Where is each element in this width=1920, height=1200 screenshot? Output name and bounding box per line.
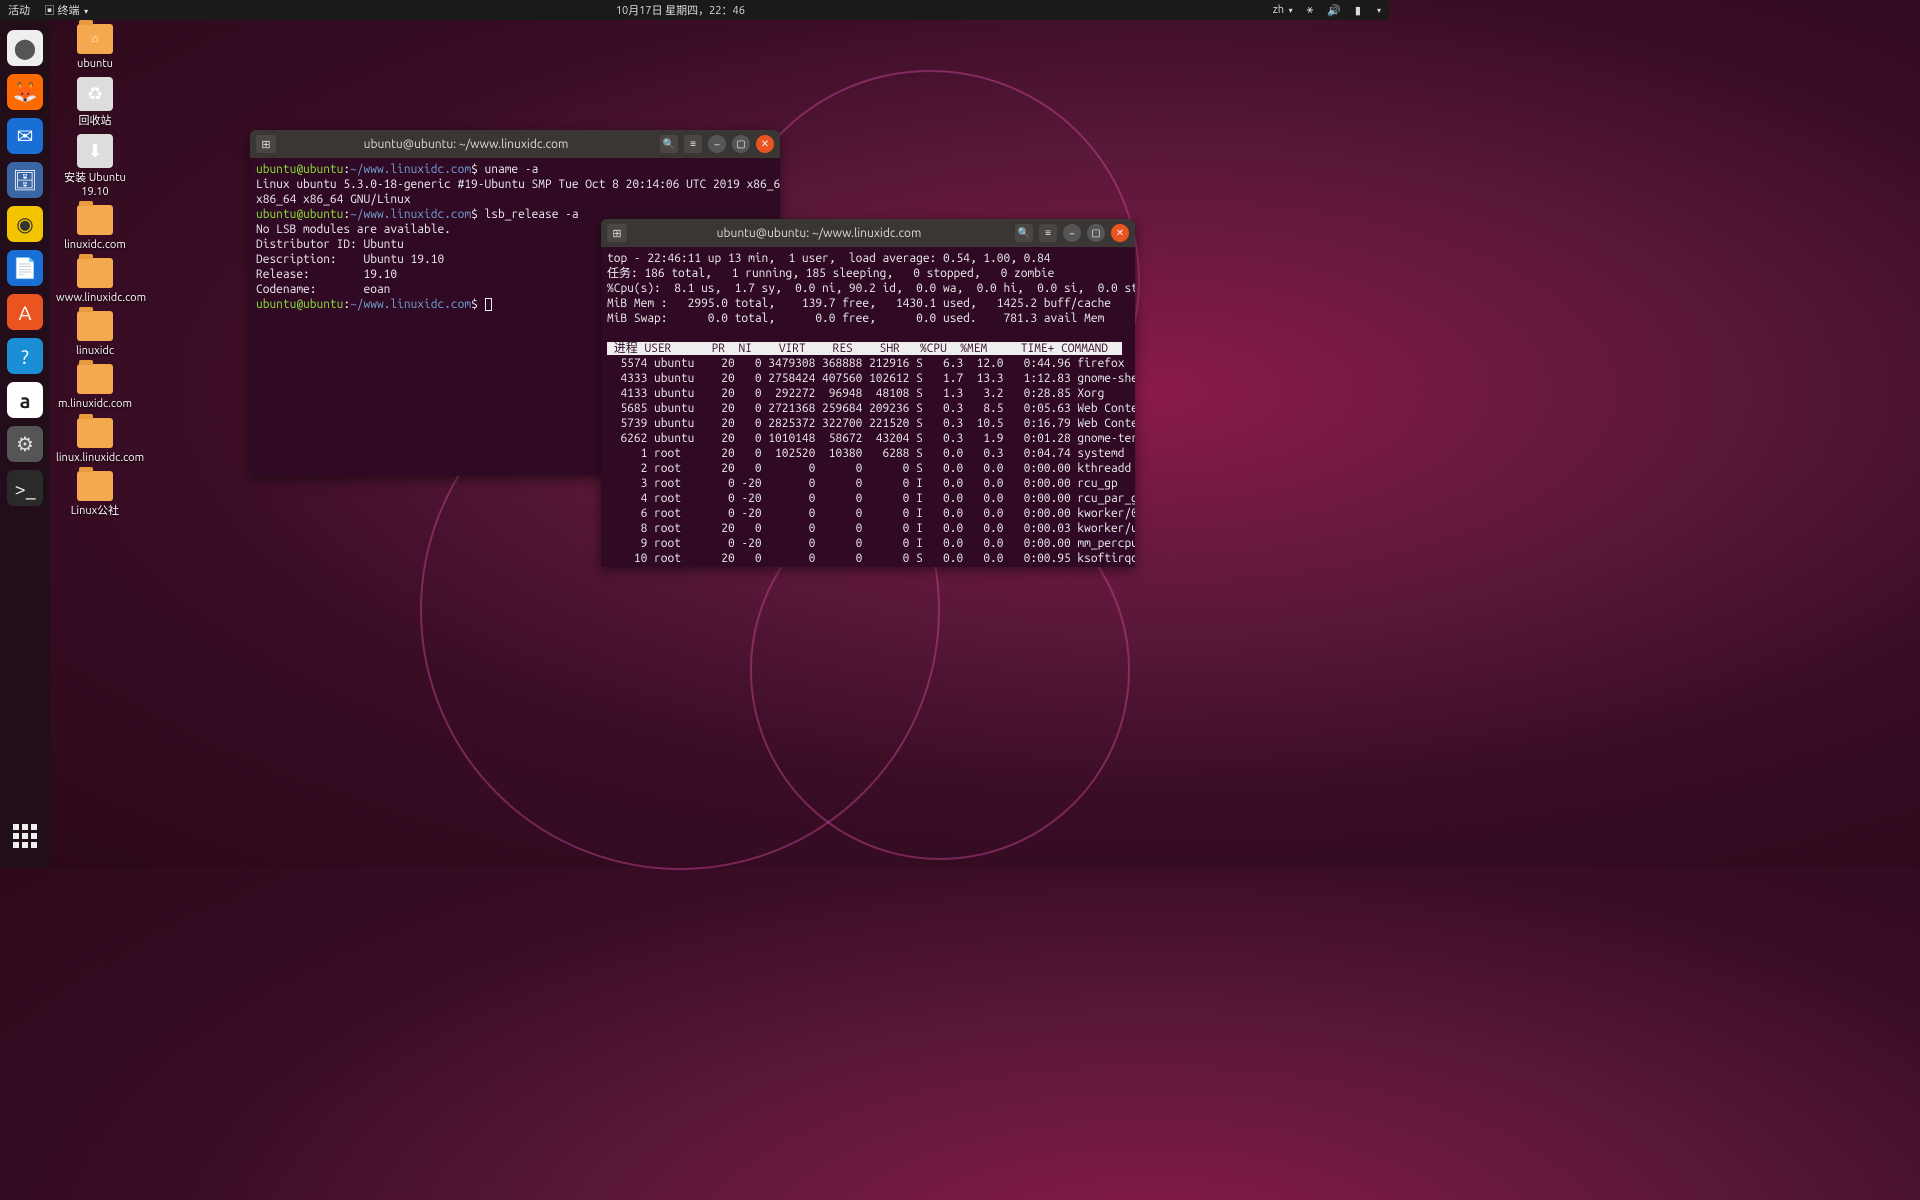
desktop-icon[interactable]: m.linuxidc.com (56, 364, 134, 411)
terminal-1-titlebar[interactable]: ⊞ ubuntu@ubuntu: ~/www.linuxidc.com 🔍 ≡ … (250, 130, 780, 158)
top-process-rows: 5574 ubuntu 20 0 3479308 368888 212916 S… (607, 357, 1135, 567)
desktop-icon[interactable]: linuxidc (56, 311, 134, 358)
network-icon[interactable]: ⚹ (1307, 4, 1314, 17)
desktop-icon[interactable]: ⬇ 安装 Ubuntu 19.10 (56, 134, 134, 198)
app-menu[interactable]: ▣ 终端 ▾ (44, 2, 88, 18)
dock-icon-amazon[interactable]: a (7, 382, 43, 418)
terminal-2-title: ubuntu@ubuntu: ~/www.linuxidc.com (629, 227, 1009, 240)
search-icon[interactable]: 🔍 (1015, 224, 1033, 242)
top-panel: 活动 ▣ 终端 ▾ 10月17日 星期四，22：46 zh ▾ ⚹ 🔊 ▮ ▾ (0, 0, 1389, 20)
dock-icon-software[interactable]: A (7, 294, 43, 330)
desktop-icon-label: Linux公社 (56, 505, 134, 518)
desktop-icon[interactable]: ⌂ ubuntu (56, 24, 134, 71)
show-applications[interactable] (7, 818, 43, 854)
cursor (485, 298, 492, 311)
desktop-icon[interactable]: linuxidc.com (56, 205, 134, 252)
maximize-button[interactable]: ▢ (1087, 224, 1105, 242)
input-method[interactable]: zh ▾ (1273, 4, 1293, 16)
desktop-icon-label: ubuntu (56, 58, 134, 71)
folder-icon (77, 258, 113, 288)
dock-icon-terminal[interactable]: >_ (7, 470, 43, 506)
dock-icon-firefox[interactable]: 🦊 (7, 74, 43, 110)
terminal-window-2[interactable]: ⊞ ubuntu@ubuntu: ~/www.linuxidc.com 🔍 ≡ … (601, 219, 1135, 567)
desktop-icon-label: linuxidc (56, 345, 134, 358)
special-icon: ♻ (77, 77, 113, 111)
dock-icon-thunderbird[interactable]: ✉ (7, 118, 43, 154)
volume-icon[interactable]: 🔊 (1327, 4, 1341, 17)
desktop-icon-label: linuxidc.com (56, 239, 134, 252)
folder-icon (77, 364, 113, 394)
system-menu[interactable]: ▾ (1377, 6, 1381, 15)
new-tab-icon[interactable]: ⊞ (256, 135, 276, 153)
dock-icon-files[interactable]: 🗄 (7, 162, 43, 198)
desktop-icon-label: 回收站 (56, 115, 134, 128)
new-tab-icon[interactable]: ⊞ (607, 224, 627, 242)
folder-icon (77, 471, 113, 501)
special-icon: ⬇ (77, 134, 113, 168)
maximize-button[interactable]: ▢ (732, 135, 750, 153)
search-icon[interactable]: 🔍 (660, 135, 678, 153)
close-button[interactable]: ✕ (756, 135, 774, 153)
battery-icon[interactable]: ▮ (1355, 4, 1361, 17)
top-header-row: 进程 USER PR NI VIRT RES SHR %CPU %MEM TIM… (607, 342, 1122, 355)
dock-icon-help[interactable]: ? (7, 338, 43, 374)
desktop-icon-label: www.linuxidc.com (56, 292, 134, 305)
desktop-icon[interactable]: linux.linuxidc.com (56, 418, 134, 465)
dock: ⬤ 🦊 ✉ 🗄 ◉ 📄 A ? a ⚙ >_ (0, 20, 50, 868)
terminal-1-title: ubuntu@ubuntu: ~/www.linuxidc.com (278, 138, 654, 151)
folder-icon (77, 205, 113, 235)
terminal-2-titlebar[interactable]: ⊞ ubuntu@ubuntu: ~/www.linuxidc.com 🔍 ≡ … (601, 219, 1135, 247)
folder-icon: ⌂ (77, 24, 113, 54)
desktop-icon-label: m.linuxidc.com (56, 398, 134, 411)
menu-icon[interactable]: ≡ (1039, 224, 1057, 242)
desktop-icon-label: 安装 Ubuntu 19.10 (56, 172, 134, 198)
clock[interactable]: 10月17日 星期四，22：46 (88, 2, 1273, 18)
close-button[interactable]: ✕ (1111, 224, 1129, 242)
dock-icon-disk[interactable]: ⬤ (7, 30, 43, 66)
desktop: ⌂ ubuntu ♻ 回收站 ⬇ 安装 Ubuntu 19.10 linuxidc.com w… (56, 24, 134, 524)
folder-icon (77, 418, 113, 448)
dock-icon-writer[interactable]: 📄 (7, 250, 43, 286)
desktop-icon-label: linux.linuxidc.com (56, 452, 134, 465)
folder-icon (77, 311, 113, 341)
dock-icon-settings[interactable]: ⚙ (7, 426, 43, 462)
minimize-button[interactable]: – (1063, 224, 1081, 242)
terminal-2-body[interactable]: top - 22:46:11 up 13 min, 1 user, load a… (601, 247, 1135, 567)
desktop-icon[interactable]: Linux公社 (56, 471, 134, 518)
desktop-icon[interactable]: ♻ 回收站 (56, 77, 134, 128)
minimize-button[interactable]: – (708, 135, 726, 153)
desktop-icon[interactable]: www.linuxidc.com (56, 258, 134, 305)
dock-icon-rhythmbox[interactable]: ◉ (7, 206, 43, 242)
activities-button[interactable]: 活动 (8, 2, 30, 18)
menu-icon[interactable]: ≡ (684, 135, 702, 153)
